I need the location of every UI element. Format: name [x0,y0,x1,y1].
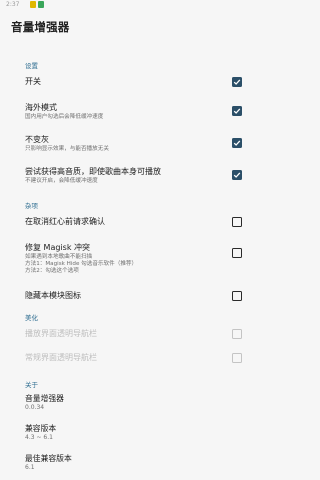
checkbox-normal-transparent-nav [232,353,242,363]
checkbox-fix-magisk[interactable] [232,248,242,258]
pref-label: 尝试获得高音质，即使歌曲本身可播放 [25,167,161,176]
pref-no-gray[interactable]: 不变灰 只影响显示效果，与能否播放无关 [0,134,270,158]
section-header-misc: 杂项 [25,202,38,210]
pref-label: 修复 Magisk 冲突 [25,243,90,252]
pref-confirm-unlike[interactable]: 在取消红心前请求确认 [0,214,270,230]
pref-summary: 国内用户勾选后会降低缓冲速度 [25,114,104,120]
pref-label: 常规界面透明导航栏 [25,353,97,362]
about-app-version[interactable]: 音量增强器 0.0.34 [0,393,270,415]
pref-high-quality[interactable]: 尝试获得高音质，即使歌曲本身可播放 不建议开启，会降低缓冲速度 [0,166,270,190]
checkbox-play-transparent-nav [232,329,242,339]
pref-label: 开关 [25,77,41,86]
pref-label: 海外模式 [25,103,57,112]
checkbox-confirm-unlike[interactable] [232,217,242,227]
about-label: 最佳兼容版本 [25,454,72,463]
pref-summary: 只影响显示效果，与能否播放无关 [25,146,109,152]
about-best-compatible-version[interactable]: 最佳兼容版本 6.1 [0,453,270,475]
pref-hide-icon[interactable]: 隐藏本模块图标 [0,288,270,304]
pref-label: 不变灰 [25,135,49,144]
status-time: 2:37 [6,1,20,8]
pref-label: 隐藏本模块图标 [25,291,81,300]
about-value: 4.3 ~ 6.1 [25,434,53,441]
check-icon [233,172,241,178]
about-label: 兼容版本 [25,424,57,433]
pref-normal-transparent-nav: 常规界面透明导航栏 [0,350,270,366]
notification-icons [30,1,44,8]
checkbox-overseas-mode[interactable] [232,106,242,116]
pref-label: 在取消红心前请求确认 [25,217,105,226]
checkbox-switch[interactable] [232,77,242,87]
check-icon [233,140,241,146]
section-header-settings: 设置 [25,62,38,70]
app-notification-icon [38,1,44,8]
pref-play-transparent-nav: 播放界面透明导航栏 [0,326,270,342]
app-title: 音量增强器 [11,20,70,34]
pref-overseas-mode[interactable]: 海外模式 国内用户勾选后会降低缓冲速度 [0,102,270,126]
checkbox-no-gray[interactable] [232,138,242,148]
pref-fix-magisk[interactable]: 修复 Magisk 冲突 如果遇到本地歌曲不能扫描 方法1：Magisk Hid… [0,242,270,282]
status-bar: 2:37 [0,0,270,10]
pref-summary: 不建议开启，会降低缓冲速度 [25,178,98,184]
pref-switch[interactable]: 开关 [0,74,270,90]
app-bar: 音量增强器 [0,10,270,44]
about-value: 0.0.34 [25,404,45,411]
check-icon [233,108,241,114]
about-label: 音量增强器 [25,394,64,403]
pref-summary-line: 方法2：勾选这个选项 [25,268,79,274]
section-header-beautify: 美化 [25,314,38,322]
checkbox-hide-icon[interactable] [232,291,242,301]
shield-notification-icon [30,1,36,8]
pref-label: 播放界面透明导航栏 [25,329,97,338]
about-compatible-versions[interactable]: 兼容版本 4.3 ~ 6.1 [0,423,270,445]
about-value: 6.1 [25,464,35,471]
check-icon [233,79,241,85]
checkbox-high-quality[interactable] [232,170,242,180]
section-header-about: 关于 [25,381,38,389]
